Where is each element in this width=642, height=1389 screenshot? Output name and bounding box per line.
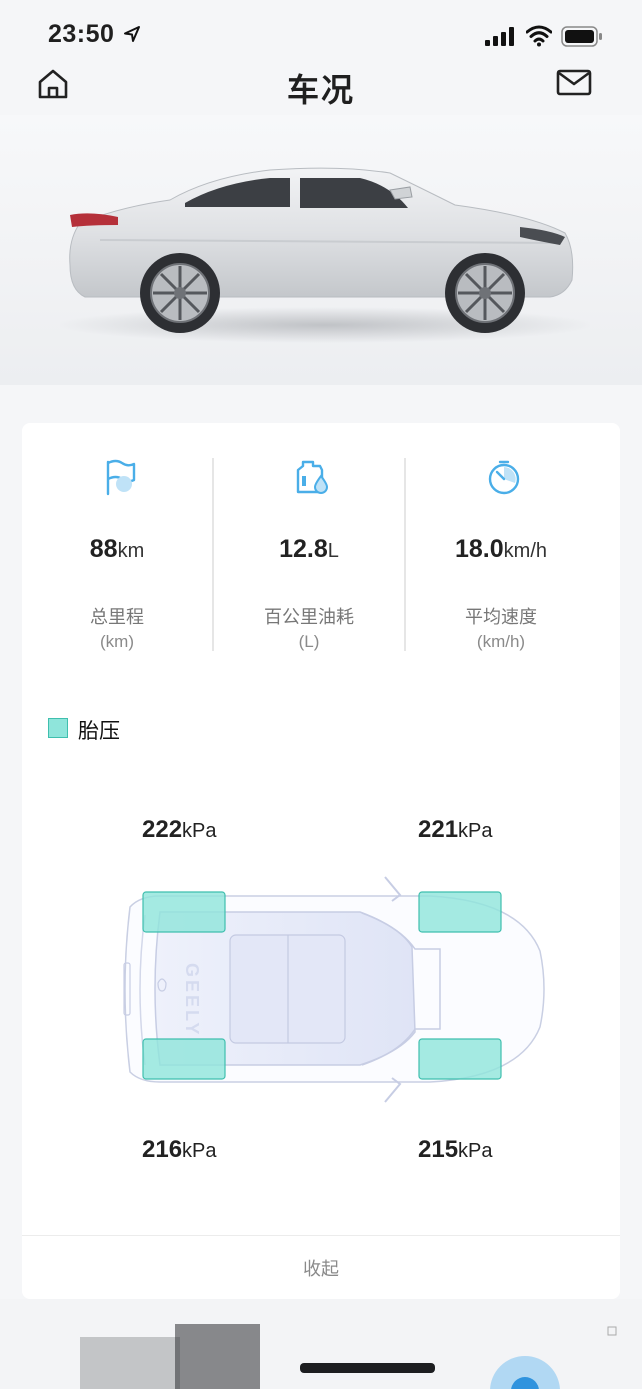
rear-wheel [140, 253, 220, 333]
stat-value: 88 [89, 535, 118, 563]
tire-front-right [418, 891, 502, 933]
map-preview-image [0, 1299, 642, 1389]
pressure-value: 216 [142, 1136, 183, 1163]
wifi-icon [526, 25, 552, 47]
pressure-unit: kPa [458, 1140, 493, 1162]
stat-label: 百公里油耗 [264, 607, 354, 627]
message-button[interactable] [556, 69, 592, 99]
vehicle-status-card: 88km 总里程 (km) 12.8L 百公里油耗 (L) 18.0km/h 平… [22, 423, 620, 1299]
stat-value: 18.0 [454, 535, 504, 563]
collapse-divider [22, 1235, 620, 1236]
stat-average-speed: 18.0km/h 平均速度 (km/h) [406, 423, 596, 663]
pressure-unit: kPa [182, 820, 217, 842]
pressure-value: 215 [418, 1136, 459, 1163]
tire-rear-left [142, 1038, 226, 1080]
location-arrow-icon [124, 26, 140, 42]
front-left-pressure: 222kPa [142, 816, 217, 844]
signal-icon [485, 27, 514, 46]
page-title: 车况 [286, 72, 355, 108]
stat-value: 12.8 [279, 535, 328, 563]
pressure-unit: kPa [458, 820, 493, 842]
stat-sub-unit: (km) [100, 632, 134, 651]
stat-fuel-consumption: 12.8L 百公里油耗 (L) [214, 423, 404, 663]
battery-icon [561, 26, 602, 47]
legend-swatch [48, 718, 68, 738]
status-time: 23:50 [48, 20, 115, 48]
stat-unit: km [117, 540, 145, 562]
stat-label: 平均速度 [465, 607, 537, 627]
car-top-view-diagram: GEELY [123, 876, 545, 1103]
speed-icon [488, 460, 520, 495]
stat-sub-unit: (km/h) [476, 632, 526, 651]
rear-right-pressure: 215kPa [418, 1136, 493, 1164]
stat-total-mileage: 88km 总里程 (km) [22, 423, 212, 663]
rear-left-pressure: 216kPa [142, 1136, 217, 1164]
fuel-icon [296, 460, 329, 494]
stat-label: 总里程 [90, 607, 144, 627]
pressure-value: 221 [418, 816, 459, 843]
tire-rear-right [418, 1038, 502, 1080]
front-wheel [445, 253, 525, 333]
collapse-button[interactable]: 收起 [22, 1255, 620, 1281]
pressure-unit: kPa [182, 1140, 217, 1162]
nav-bar: 车况 [0, 55, 642, 115]
car-side-image [60, 167, 590, 343]
front-right-pressure: 221kPa [418, 816, 493, 844]
car-logo-text: GEELY [182, 963, 202, 1037]
next-section-preview [0, 1299, 642, 1389]
legend-label: 胎压 [78, 720, 120, 743]
vehicle-hero [0, 115, 642, 385]
tire-front-left [142, 891, 226, 933]
stat-unit: L [327, 540, 339, 562]
stat-sub-unit: (L) [298, 632, 320, 651]
pressure-value: 222 [142, 816, 183, 843]
stat-unit: km/h [503, 540, 547, 562]
flag-icon [106, 459, 136, 496]
mail-icon [556, 69, 592, 96]
